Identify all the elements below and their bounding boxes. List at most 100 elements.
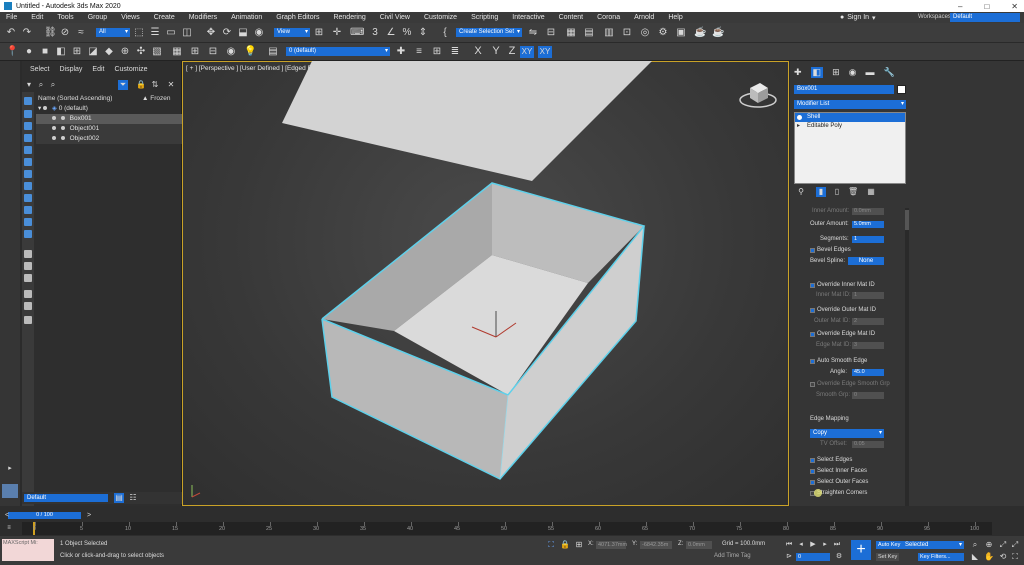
key-filters-button[interactable]: Key Filters... <box>918 553 964 561</box>
selection-lock-icon[interactable]: 🔒 <box>560 540 570 550</box>
menu-customize[interactable]: Customize <box>424 14 457 21</box>
menu-content[interactable]: Content <box>559 14 584 21</box>
bind-space-warp-icon[interactable]: ≈ <box>76 28 86 38</box>
render-iterative-icon[interactable]: ☕ <box>712 28 724 38</box>
override-smooth-checkbox[interactable] <box>810 382 815 387</box>
move-icon[interactable]: ✥ <box>206 28 216 38</box>
z-coord-field[interactable]: 0.0mm <box>686 541 712 549</box>
layer-explorer-icon[interactable]: ☷ <box>128 493 138 503</box>
link-icon[interactable]: ⛓ <box>44 28 57 38</box>
scrollbar-thumb[interactable] <box>905 210 909 230</box>
workspaces-dropdown[interactable]: Default <box>950 13 1020 22</box>
auto-smooth-checkbox[interactable] <box>810 359 815 364</box>
helper-icon[interactable]: ⊕ <box>120 47 130 57</box>
select-outer-checkbox[interactable] <box>810 480 815 485</box>
menu-animation[interactable]: Animation <box>231 14 262 21</box>
expand-icon[interactable]: ▾ <box>38 105 41 112</box>
modifier-list-dropdown[interactable]: Modifier List <box>794 100 906 109</box>
set-key-plus-button[interactable]: + <box>851 540 871 560</box>
snap-toggle-icon[interactable]: 3 <box>370 28 380 38</box>
sign-in-button[interactable]: ● Sign In ▾ <box>840 12 876 23</box>
current-frame-field[interactable]: 0 <box>796 553 830 561</box>
absolute-mode-icon[interactable]: ⊞ <box>574 540 584 550</box>
select-layer-icon[interactable]: ⊞ <box>432 47 442 57</box>
make-unique-icon[interactable]: ▯ <box>832 187 842 197</box>
axis-y-button[interactable]: Y <box>490 46 502 57</box>
zoom-all-icon[interactable]: ⊕ <box>984 540 994 550</box>
object-color-swatch[interactable] <box>897 85 906 94</box>
y-coord-field[interactable]: -6842.35m <box>640 541 672 549</box>
utilities-tab-icon[interactable]: 🔧 <box>883 67 894 78</box>
trackbar-menu-icon[interactable]: ≡ <box>4 523 14 533</box>
display-icon[interactable]: ⊟ <box>208 47 218 57</box>
viewcube-icon[interactable] <box>738 78 778 110</box>
filter-icon[interactable]: ▾ <box>24 80 34 90</box>
time-slider-next-icon[interactable]: > <box>84 511 94 521</box>
display-cameras-icon[interactable] <box>24 146 32 154</box>
edge-mapping-dropdown[interactable]: Copy <box>810 429 884 438</box>
add-time-tag[interactable]: Add Time Tag <box>714 553 751 559</box>
display-lights-icon[interactable] <box>24 134 32 142</box>
layer-properties-icon[interactable]: ≣ <box>450 47 460 57</box>
grid-icon[interactable]: ▦ <box>172 47 182 57</box>
redo-icon[interactable]: ↷ <box>22 28 32 38</box>
zoom-icon[interactable]: ⌕ <box>970 540 980 550</box>
menu-civil-view[interactable]: Civil View <box>380 14 410 21</box>
motion-tab-icon[interactable]: ◉ <box>849 67 857 78</box>
search-icon[interactable]: ⌕ <box>36 80 46 90</box>
pivot-icon[interactable]: ⊞ <box>314 28 324 38</box>
pin-icon[interactable]: 📍 <box>6 47 18 57</box>
menu-help[interactable]: Help <box>668 14 682 21</box>
inner-mat-spinner[interactable]: 1 <box>852 292 884 299</box>
field-of-view-icon[interactable]: ◣ <box>970 552 980 562</box>
next-frame-icon[interactable]: ▸ <box>820 540 830 550</box>
override-outer-checkbox[interactable] <box>810 308 815 313</box>
display-hidden-icon[interactable] <box>24 250 32 258</box>
edit-named-selection-icon[interactable]: { <box>440 28 450 38</box>
go-to-end-icon[interactable]: ⏭ <box>832 540 842 550</box>
select-edges-checkbox[interactable] <box>810 458 815 463</box>
maximize-viewport-icon[interactable]: ⛶ <box>1010 552 1020 562</box>
previous-frame-icon[interactable]: ◂ <box>796 540 806 550</box>
tab-edit[interactable]: Edit <box>92 66 104 73</box>
key-selection-dropdown[interactable]: Selected <box>902 541 964 549</box>
window-crossing-icon[interactable]: ◫ <box>182 28 192 38</box>
eye-icon[interactable] <box>52 126 56 131</box>
sort-icon[interactable]: ⇅ <box>150 80 160 90</box>
zoom-extents-all-icon[interactable]: ⤢ <box>1010 540 1020 550</box>
axis-z-button[interactable]: Z <box>506 46 518 57</box>
display-containers-icon[interactable] <box>24 218 32 226</box>
display-bones-icon[interactable] <box>24 206 32 214</box>
layer-icon[interactable]: ◧ <box>56 47 66 57</box>
rendered-frame-icon[interactable]: ▣ <box>676 28 686 38</box>
tab-select[interactable]: Select <box>30 66 49 73</box>
axis-xy-cycle-button[interactable]: XY <box>538 46 552 58</box>
eye-icon[interactable] <box>43 106 48 111</box>
schematic-view-icon[interactable]: ⊡ <box>622 28 632 38</box>
scene-row-object002[interactable]: Object002 <box>36 134 182 144</box>
select-by-name-icon[interactable]: ☰ <box>150 28 160 38</box>
layer-explorer-dropdown[interactable]: Default <box>24 494 108 502</box>
menu-graph-editors[interactable]: Graph Editors <box>276 14 319 21</box>
create-tab-icon[interactable]: ✚ <box>794 67 802 78</box>
override-edge-checkbox[interactable] <box>810 332 815 337</box>
material-editor-icon[interactable]: ◎ <box>640 28 650 38</box>
tv-offset-spinner[interactable]: 0.05 <box>852 441 884 448</box>
scrollbar[interactable] <box>905 208 909 506</box>
lock-icon[interactable]: 🔒 <box>136 80 146 90</box>
select-inner-checkbox[interactable] <box>810 469 815 474</box>
menu-corona[interactable]: Corona <box>597 14 620 21</box>
show-end-result-icon[interactable]: ▮ <box>816 187 826 197</box>
x-coord-field[interactable]: 4071.37mm <box>596 541 627 549</box>
layer-manager-icon[interactable]: ▤ <box>268 47 278 57</box>
selection-region-icon[interactable]: ▭ <box>166 28 176 38</box>
plane-object[interactable] <box>282 61 652 181</box>
display-spacewarps-icon[interactable] <box>24 170 32 178</box>
smooth-grp-spinner[interactable]: 0 <box>852 392 884 399</box>
light-bulb-icon[interactable]: 💡 <box>244 47 256 57</box>
pan-icon[interactable]: ✋ <box>984 552 994 562</box>
display-all-icon[interactable] <box>24 262 32 270</box>
axis-xy-button[interactable]: XY <box>520 46 534 58</box>
snap-settings-icon[interactable]: ⊞ <box>190 47 200 57</box>
display-influences-icon[interactable] <box>24 290 32 298</box>
